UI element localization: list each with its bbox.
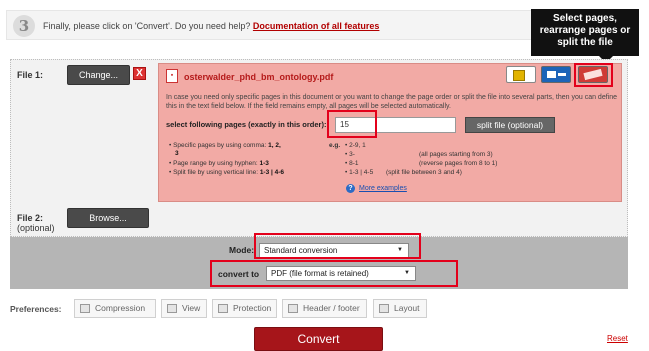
- rule-comma-example: 1, 2,: [268, 142, 281, 149]
- browse-button[interactable]: Browse...: [67, 208, 149, 228]
- help-icon[interactable]: ?: [346, 184, 355, 193]
- change-file-button[interactable]: Change...: [67, 65, 130, 85]
- file-upload-area: File 1: Change... X ▪ osterwalder_phd_bm…: [10, 59, 628, 237]
- convert-to-highlight: [210, 260, 458, 287]
- select-pages-label: select following pages (exactly in this …: [166, 120, 327, 129]
- protection-button[interactable]: Protection: [212, 299, 277, 318]
- rule-hyphen: • Page range by using hyphen: 1-3: [169, 160, 269, 167]
- view-settings-icon[interactable]: [541, 66, 571, 83]
- compression-label: Compression: [95, 303, 146, 313]
- file1-label: File 1:: [17, 70, 44, 80]
- more-examples-link[interactable]: More examples: [359, 185, 407, 192]
- rule-comma-text: Specific pages by using comma:: [173, 142, 267, 149]
- tooltip-line-3: split the file: [557, 37, 613, 48]
- mode-label: Mode:: [229, 245, 255, 255]
- page-icon: [288, 304, 298, 313]
- eg-label: e.g.: [329, 142, 341, 149]
- pages-input-highlight: [327, 110, 377, 138]
- example-3-desc: (split file between 3 and 4): [386, 169, 462, 176]
- example-1-desc: (all pages starting from 3): [419, 151, 493, 158]
- layout-grid-icon: [379, 304, 389, 313]
- file2-optional-label: (optional): [17, 223, 55, 233]
- rule-hyphen-example: 1-3: [259, 160, 269, 167]
- page-selection-info: In case you need only specific pages in …: [166, 94, 617, 110]
- conversion-mode-area: Mode: Standard conversion ▼ convert to P…: [10, 233, 628, 289]
- split-icon-highlight: [574, 63, 613, 87]
- example-1-code: 3-: [349, 151, 355, 158]
- step-number: 3: [13, 15, 35, 37]
- file2-label: File 2:: [17, 213, 44, 223]
- preferences-label: Preferences:: [10, 304, 62, 314]
- pdf-file-icon: ▪: [166, 69, 178, 83]
- example-2: • 8-1: [345, 160, 359, 167]
- magnifier-icon: [167, 304, 177, 313]
- tooltip-line-1: Select pages,: [553, 13, 617, 24]
- example-3-code: 1-3 | 4-5: [349, 169, 374, 176]
- tooltip-line-2: rearrange pages or: [539, 25, 631, 36]
- header-footer-button[interactable]: Header / footer: [282, 299, 367, 318]
- reset-link[interactable]: Reset: [607, 334, 628, 343]
- file1-name: osterwalder_phd_bm_ontology.pdf: [184, 72, 334, 82]
- step-instruction-text: Finally, please click on 'Convert'. Do y…: [43, 21, 251, 31]
- rule-comma-cont: 3: [175, 150, 179, 158]
- rule-comma-example-cont: 3: [175, 150, 179, 157]
- compression-icon: [80, 304, 90, 313]
- rule-hyphen-text: Page range by using hyphen:: [173, 160, 258, 167]
- view-label: View: [182, 303, 201, 313]
- mode-select-highlight: [254, 233, 421, 259]
- protection-label: Protection: [233, 303, 272, 313]
- documentation-link[interactable]: Documentation of all features: [253, 21, 380, 31]
- rule-split-text: Split file by using vertical line:: [173, 169, 258, 176]
- layout-label: Layout: [394, 303, 420, 313]
- step-instruction: Finally, please click on 'Convert'. Do y…: [43, 21, 379, 31]
- rule-split-example: 1-3 | 4-6: [259, 169, 285, 176]
- example-1: • 3-: [345, 151, 355, 158]
- compression-button[interactable]: Compression: [74, 299, 156, 318]
- lock-icon: [218, 304, 228, 313]
- view-button[interactable]: View: [161, 299, 207, 318]
- split-file-button[interactable]: split file (optional): [465, 117, 555, 133]
- rule-comma: • Specific pages by using comma: 1, 2,: [169, 142, 281, 149]
- example-3: • 1-3 | 4-5: [345, 169, 374, 176]
- remove-file-icon[interactable]: X: [133, 67, 146, 80]
- example-0-code: 2-9, 1: [349, 142, 366, 149]
- convert-button[interactable]: Convert: [254, 327, 383, 351]
- rule-split: • Split file by using vertical line: 1-3…: [169, 169, 285, 176]
- example-2-desc: (reverse pages from 8 to 1): [419, 160, 498, 167]
- split-tooltip: Select pages, rearrange pages or split t…: [531, 9, 639, 63]
- file1-options-panel: ▪ osterwalder_phd_bm_ontology.pdf In cas…: [158, 63, 622, 202]
- header-footer-label: Header / footer: [303, 303, 360, 313]
- example-2-code: 8-1: [349, 160, 359, 167]
- example-0: • 2-9, 1: [345, 142, 366, 149]
- step-instruction-bar: 3 Finally, please click on 'Convert'. Do…: [6, 10, 617, 40]
- lock-icon[interactable]: [506, 66, 536, 83]
- layout-button[interactable]: Layout: [373, 299, 427, 318]
